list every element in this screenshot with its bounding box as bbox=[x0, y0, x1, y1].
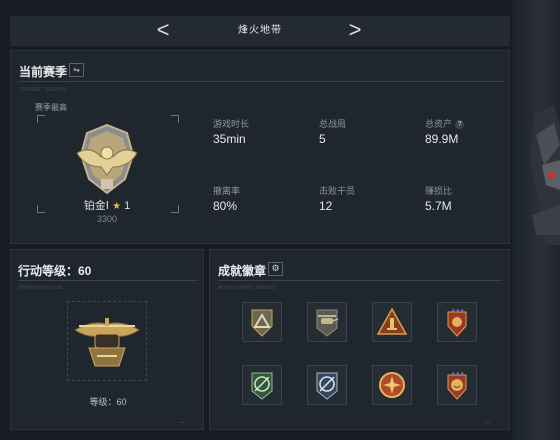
achievement-badge[interactable]: ★★★ bbox=[437, 302, 477, 342]
swap-icon[interactable]: ⇋ bbox=[69, 63, 84, 77]
stat-playtime-label: 游戏时长 bbox=[213, 119, 250, 129]
green-compass-badge-icon bbox=[251, 372, 273, 400]
gold-cross-badge-icon bbox=[379, 372, 405, 398]
achievements-subtitle: ACHIEVEMENT BADGES bbox=[218, 285, 277, 291]
achievement-badge[interactable] bbox=[307, 302, 347, 342]
mode-navigation-bar: < 烽火地带 > bbox=[10, 16, 510, 46]
stat-assets-label: 总资产? bbox=[425, 117, 465, 130]
stat-playtime-value: 35min bbox=[213, 132, 246, 146]
blue-compass-badge-icon bbox=[316, 372, 338, 400]
rank-star-count: 1 bbox=[124, 200, 131, 212]
stat-extract-rate-label: 撤离率 bbox=[213, 186, 241, 196]
stat-profit-ratio-value: 5.7M bbox=[425, 199, 452, 213]
season-panel-subtitle: CURRENT SEASON bbox=[19, 87, 66, 93]
stat-assets-text: 总资产 bbox=[425, 119, 453, 129]
gear-icon[interactable]: ⚙ bbox=[268, 262, 283, 276]
stat-matches-label: 总战局 bbox=[319, 119, 347, 129]
season-divider bbox=[19, 81, 503, 82]
next-mode-button[interactable]: > bbox=[340, 16, 370, 46]
action-level-subtitle: OPERATION LEVEL bbox=[18, 285, 65, 291]
help-icon[interactable]: ? bbox=[455, 120, 465, 129]
star-crest-badge-icon: ★★★ bbox=[447, 308, 467, 337]
season-panel-title: 当前赛季 bbox=[19, 65, 68, 79]
achievements-divider bbox=[218, 280, 502, 281]
achievement-badge[interactable] bbox=[242, 365, 282, 405]
helicopter-level-emblem-icon bbox=[74, 318, 140, 367]
rank-points: 3300 bbox=[96, 214, 118, 224]
level-text: 等级：60 bbox=[89, 397, 127, 407]
svg-text:★★★: ★★★ bbox=[451, 371, 465, 377]
stat-matches-value: 5 bbox=[319, 132, 326, 146]
frame-corner bbox=[37, 115, 45, 123]
panel-watermark: ▪▪▪ bbox=[179, 420, 185, 426]
season-best-label: 赛季最高 bbox=[35, 103, 67, 112]
svg-text:★★★: ★★★ bbox=[451, 308, 465, 314]
stat-assets-value: 89.9M bbox=[425, 132, 459, 146]
helicopter-badge-icon bbox=[316, 309, 339, 337]
achievement-badge[interactable] bbox=[372, 365, 412, 405]
achievement-badge[interactable]: ★★★ bbox=[437, 365, 477, 405]
current-season-panel: 当前赛季 ⇋ CURRENT SEASON 赛季最高 铂金Ⅰ ★ 1 3300 … bbox=[10, 50, 510, 244]
operator-character-image bbox=[530, 105, 560, 245]
achievements-panel: 成就徽章 ⚙ ACHIEVEMENT BADGES ★★★ ★★★ ▪▪▪ bbox=[209, 249, 510, 430]
achievements-title: 成就徽章 bbox=[218, 264, 267, 278]
stat-profit-ratio-label: 赚损比 bbox=[425, 186, 453, 196]
action-level-divider bbox=[18, 280, 198, 281]
rank-star-icon: ★ bbox=[112, 201, 122, 212]
stat-kills-label: 击败干员 bbox=[319, 186, 356, 196]
rank-name: 铂金Ⅰ bbox=[83, 200, 110, 212]
achievement-badge[interactable] bbox=[242, 302, 282, 342]
action-level-title: 行动等级：60 bbox=[18, 264, 92, 278]
frame-corner bbox=[171, 115, 179, 123]
action-level-panel: 行动等级：60 OPERATION LEVEL 等级：60 ▪▪▪ bbox=[10, 249, 204, 430]
panel-watermark: ▪▪▪ bbox=[485, 420, 491, 426]
numeral-one-badge-icon bbox=[376, 307, 408, 335]
achievement-badge[interactable] bbox=[372, 302, 412, 342]
rank-name-line: 铂金Ⅰ ★ 1 bbox=[37, 197, 177, 213]
stat-extract-rate-value: 80% bbox=[213, 199, 238, 213]
achievement-badge[interactable] bbox=[307, 365, 347, 405]
triangle-shield-badge-icon bbox=[251, 309, 273, 337]
stat-kills-value: 12 bbox=[319, 199, 333, 213]
smiley-crest-badge-icon: ★★★ bbox=[447, 371, 467, 400]
mode-title: 烽火地带 bbox=[238, 25, 282, 36]
platinum-rank-emblem-icon bbox=[76, 123, 138, 195]
